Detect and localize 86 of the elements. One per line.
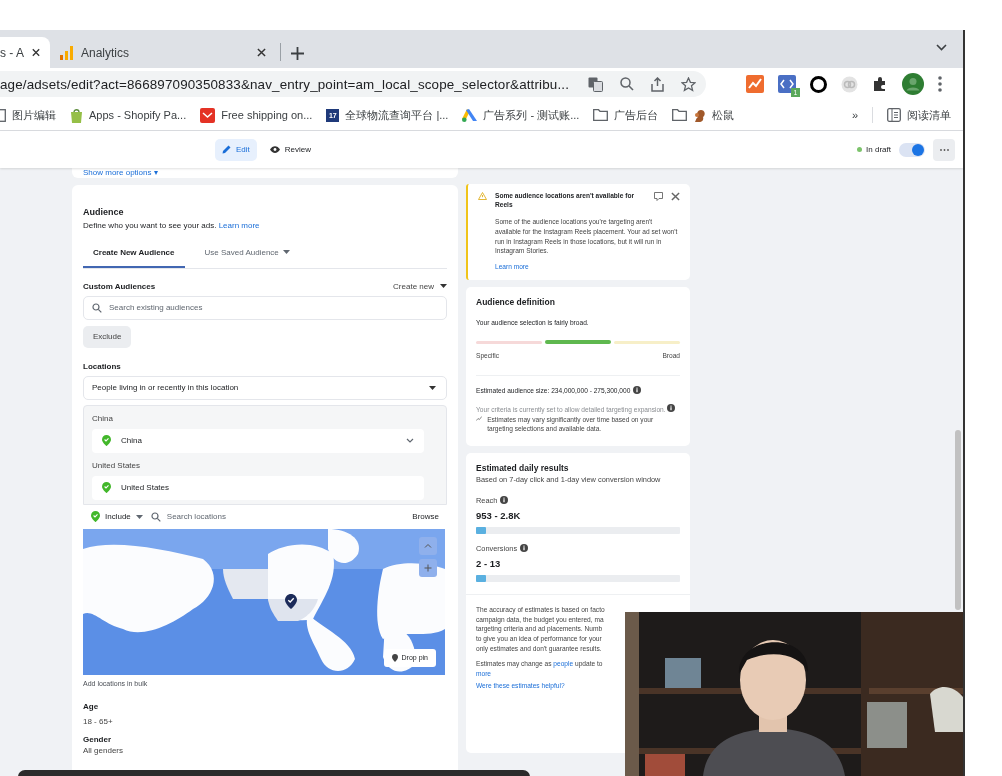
gender-value: All genders xyxy=(83,745,125,755)
show-more-link[interactable]: Show more options ▾ xyxy=(83,168,158,178)
shopping-bag-icon xyxy=(70,107,83,123)
chevron-down-icon[interactable] xyxy=(406,438,414,444)
location-item[interactable]: United States xyxy=(92,475,424,500)
audience-tab[interactable]: Use Saved Audience xyxy=(194,247,300,268)
create-new-dropdown[interactable]: Create new xyxy=(393,281,447,291)
scrollbar-thumb[interactable] xyxy=(955,430,961,610)
star-icon[interactable] xyxy=(681,76,696,92)
card-title: Audience definition xyxy=(476,297,556,308)
close-icon[interactable] xyxy=(32,48,40,57)
card-title: Estimated daily results xyxy=(476,462,570,473)
search-icon xyxy=(150,511,161,522)
info-icon xyxy=(520,544,529,553)
bookmark[interactable]: 广告后台 xyxy=(593,107,659,123)
audience-tab[interactable]: Create New Audience xyxy=(83,247,185,268)
age-value: 18 - 65+ xyxy=(83,716,114,726)
pin-icon xyxy=(391,653,398,662)
location-pin-icon xyxy=(102,482,111,494)
include-dropdown[interactable]: Include xyxy=(91,511,143,523)
field-label: Age xyxy=(83,701,100,711)
avatar-icon[interactable] xyxy=(902,73,924,95)
eye-icon xyxy=(269,146,280,153)
exclude-button[interactable]: Exclude xyxy=(83,325,132,348)
location-search-field[interactable]: Search locations xyxy=(150,511,405,522)
browser-tab[interactable]: Analytics xyxy=(50,37,276,68)
metric-value: 953 - 2.8K xyxy=(476,509,522,521)
chevron-down-icon[interactable] xyxy=(936,44,947,51)
ring-extension-icon[interactable] xyxy=(810,75,827,93)
bookmark[interactable]: 松鼠 xyxy=(672,107,735,123)
bookmarks-overflow-button[interactable]: » xyxy=(851,109,858,121)
close-icon[interactable] xyxy=(257,48,266,57)
bookmark[interactable]: 图片编辑 xyxy=(0,107,56,123)
location-pin-icon xyxy=(102,435,111,447)
mode-tab[interactable]: Edit xyxy=(215,138,257,161)
field-label: Custom Audiences xyxy=(83,281,156,291)
reading-list-button[interactable]: 阅读清单 xyxy=(887,107,951,123)
bookmark[interactable]: Apps - Shopify Pa... xyxy=(70,107,187,123)
zoom-icon[interactable] xyxy=(620,77,634,91)
new-tab-icon[interactable] xyxy=(291,47,304,60)
location-pin-icon xyxy=(91,511,100,523)
status-label: In draft xyxy=(866,145,891,154)
location-item[interactable]: China xyxy=(92,428,424,453)
info-icon xyxy=(500,496,509,505)
share-icon[interactable] xyxy=(651,76,664,92)
field-label: Locations xyxy=(83,361,122,371)
bookmark[interactable]: 广告系列 - 测试账... xyxy=(462,107,580,123)
section-description: Define who you want to see your ads. Learn more xyxy=(83,220,261,230)
caret-icon xyxy=(282,250,290,255)
caret-icon xyxy=(135,514,143,519)
more-menu-icon[interactable] xyxy=(938,76,942,92)
pencil-icon xyxy=(222,145,231,154)
caret-icon xyxy=(440,284,447,289)
group-heading: China xyxy=(92,413,114,423)
caret-icon xyxy=(429,385,436,390)
info-icon xyxy=(633,386,642,395)
browse-link[interactable]: Browse xyxy=(412,512,439,522)
field-label: Gender xyxy=(83,734,112,744)
address-bar[interactable]: age/adsets/edit?act=866897090350833&nav_entry_point=am_local_scope_selector&attribu... xyxy=(0,71,706,97)
more-icon xyxy=(939,148,949,151)
puzzle-icon[interactable] xyxy=(872,76,888,92)
squirrel-icon xyxy=(693,108,707,122)
toggle-switch[interactable] xyxy=(899,142,925,157)
reading-list-icon xyxy=(887,108,901,122)
metric-value: 2 - 13 xyxy=(476,557,502,569)
map-pin-icon xyxy=(285,593,297,609)
triangle-logo-icon xyxy=(462,108,478,122)
folder-icon xyxy=(593,109,609,121)
folder-icon xyxy=(672,109,688,121)
trend-icon xyxy=(476,414,483,422)
bookmark[interactable]: Free shipping on... xyxy=(200,107,313,123)
search-field[interactable]: Search existing audiences xyxy=(83,295,447,320)
search-icon xyxy=(92,302,102,313)
bar-chart-icon xyxy=(60,45,73,60)
info-icon xyxy=(667,404,676,413)
warning-icon xyxy=(478,192,487,200)
location-mode-dropdown[interactable]: People living in or recently in this location xyxy=(83,375,447,400)
group-heading: United States xyxy=(92,460,142,470)
learn-more-link[interactable]: Learn more xyxy=(218,220,260,230)
section-title: Audience xyxy=(83,206,125,217)
mode-tab[interactable]: Review xyxy=(262,138,319,161)
feedback-icon[interactable] xyxy=(654,192,663,201)
browser-tab[interactable]: s - A xyxy=(0,37,50,68)
chart-extension-icon[interactable] xyxy=(746,75,764,93)
mail-icon xyxy=(200,107,216,123)
close-icon[interactable] xyxy=(671,192,680,201)
